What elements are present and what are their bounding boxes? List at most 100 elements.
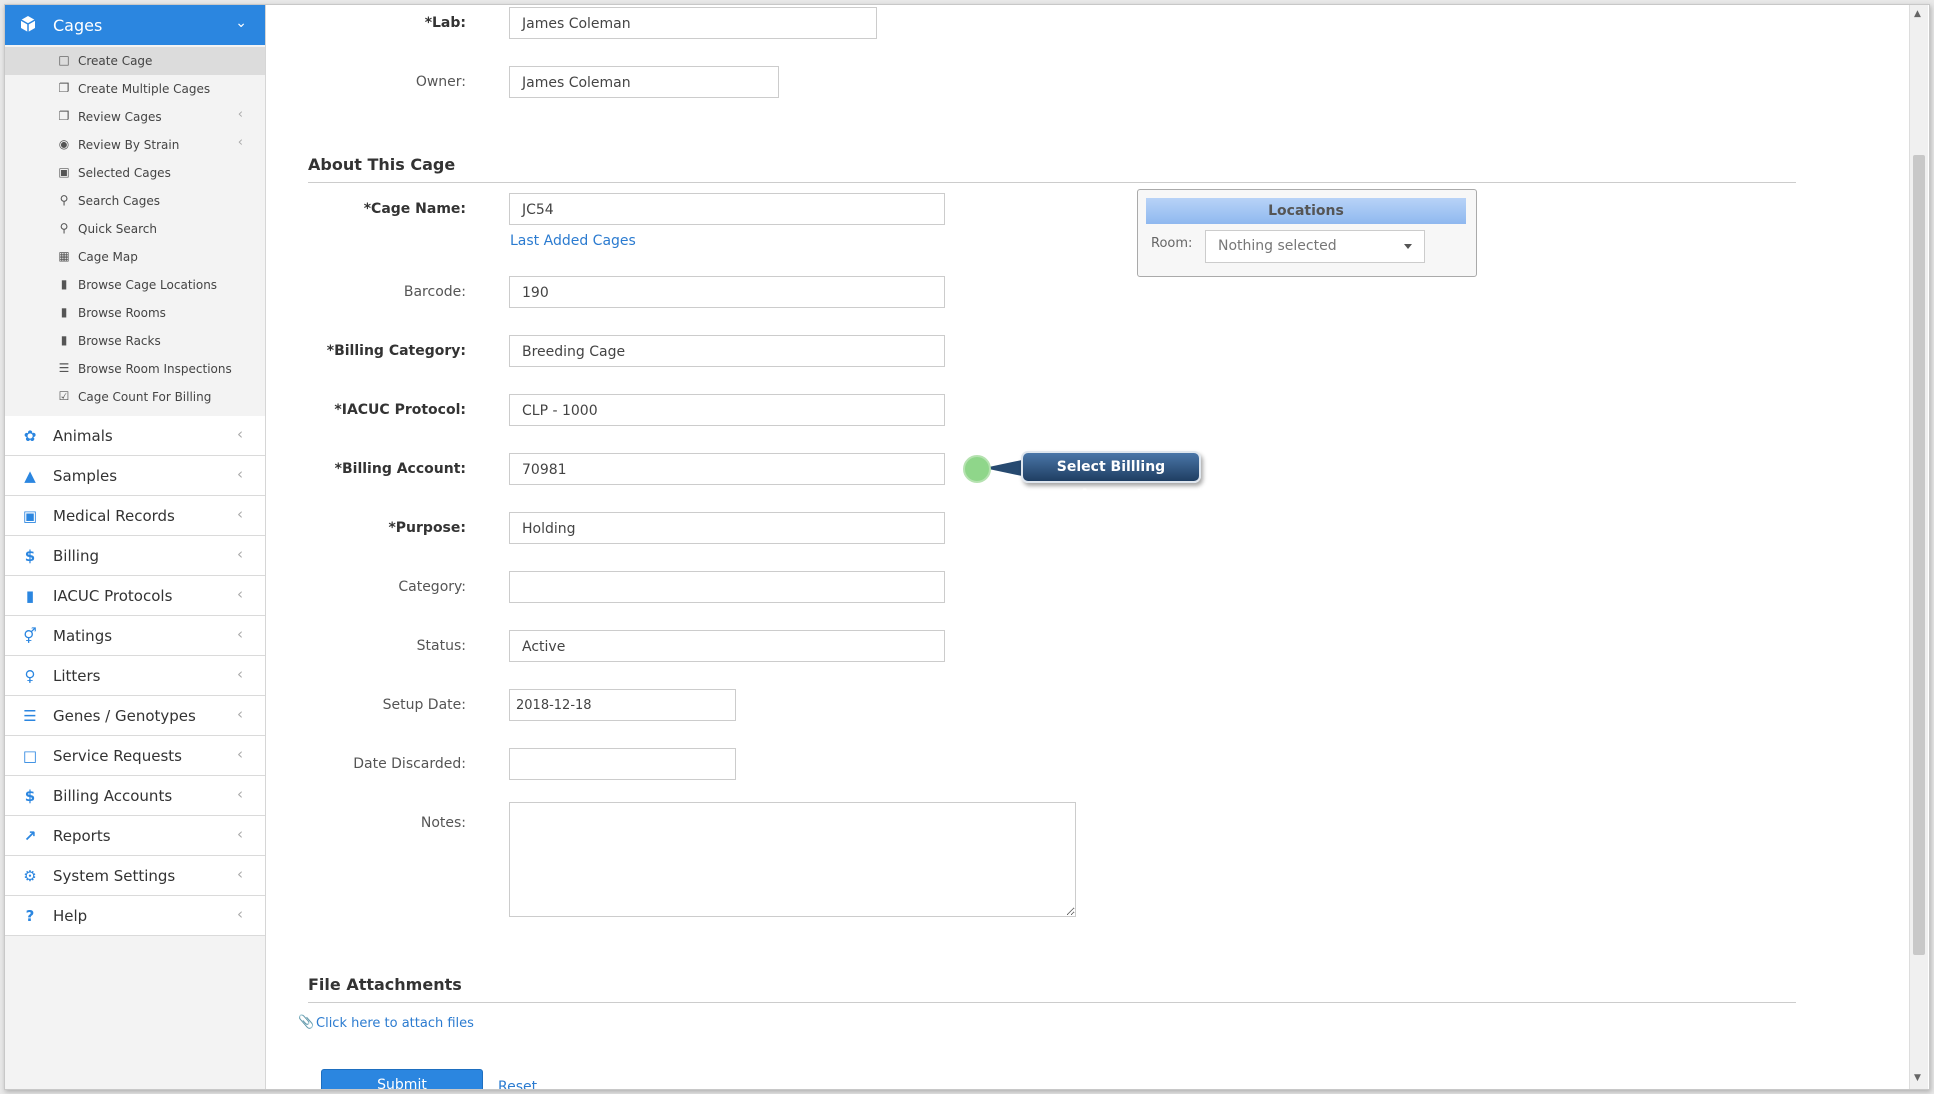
sidebar-item-samples[interactable]: ▲ Samples ‹	[5, 456, 265, 496]
lab-field[interactable]: James Coleman	[509, 7, 877, 39]
about-section-title: About This Cage	[308, 155, 456, 174]
building-icon: ▮	[60, 277, 68, 291]
cage-name-label: *Cage Name:	[363, 201, 466, 217]
submenu-item-label: Create Cage	[78, 54, 153, 68]
submenu-item-label: Browse Rooms	[78, 306, 166, 320]
submenu-item[interactable]: ⚲ Search Cages	[5, 187, 265, 215]
sidebar-item-medical-records[interactable]: ▣ Medical Records ‹	[5, 496, 265, 536]
chevron-left-icon: ‹	[237, 585, 243, 603]
category-field[interactable]	[509, 571, 945, 603]
cart-icon: ▣	[58, 165, 70, 179]
scroll-thumb[interactable]	[1913, 155, 1925, 955]
copy-icon: ❐	[58, 109, 70, 123]
cages-submenu: □ Create Cage ❐ Create Multiple Cages ❐ Revie…	[5, 47, 265, 415]
copy-icon: ❐	[58, 81, 70, 95]
caret-down-icon	[1404, 244, 1412, 249]
submenu-item[interactable]: ▮ Browse Cage Locations	[5, 271, 265, 299]
billing-account-field[interactable]: 70981	[509, 453, 945, 485]
dollar-icon: $	[24, 547, 36, 565]
chevron-left-icon: ‹	[237, 425, 243, 443]
sidebar-item-system-settings[interactable]: ⚙ System Settings ‹	[5, 856, 265, 896]
sidebar-item-label: Help	[53, 907, 88, 925]
scrollbar[interactable]: ▲ ▼	[1909, 5, 1928, 1089]
billing-category-field[interactable]: Breeding Cage	[509, 335, 945, 367]
file-attachments-title: File Attachments	[308, 975, 462, 994]
sidebar-item-billing-accounts[interactable]: $ Billing Accounts ‹	[5, 776, 265, 816]
book-icon: ▮	[25, 587, 35, 605]
purpose-label: *Purpose:	[388, 520, 466, 536]
setup-date-field[interactable]: 2018-12-18	[509, 689, 736, 721]
sidebar-item-label: Medical Records	[53, 507, 175, 525]
chevron-left-icon: ‹	[237, 905, 243, 923]
submit-button[interactable]: Submit	[321, 1069, 483, 1089]
sidebar-item-litters[interactable]: ♀ Litters ‹	[5, 656, 265, 696]
scroll-up-icon[interactable]: ▲	[1914, 9, 1921, 19]
note-icon: □	[22, 747, 38, 765]
notes-label: Notes:	[420, 815, 466, 831]
chevron-left-icon: ‹	[237, 107, 243, 122]
chevron-left-icon: ‹	[237, 505, 243, 523]
sidebar-item-label: Samples	[53, 467, 118, 485]
last-added-cages-link[interactable]: Last Added Cages	[510, 233, 636, 249]
submenu-item[interactable]: ▮ Browse Racks	[5, 327, 265, 355]
sidebar-item-matings[interactable]: ⚥ Matings ‹	[5, 616, 265, 656]
submenu-item[interactable]: ☰ Browse Room Inspections	[5, 355, 265, 383]
chevron-left-icon: ‹	[237, 825, 243, 843]
paperclip-icon: 📎	[298, 1015, 315, 1030]
sidebar-item-animals[interactable]: ✿ Animals ‹	[5, 416, 265, 456]
medkit-icon: ▣	[22, 507, 38, 525]
date-discarded-field[interactable]	[509, 748, 736, 780]
submenu-item[interactable]: ☑ Cage Count For Billing	[5, 383, 265, 411]
submenu-item[interactable]: ❐ Create Multiple Cages	[5, 75, 265, 103]
submenu-item-label: Create Multiple Cages	[78, 82, 211, 96]
submenu-item[interactable]: ◉ Review By Strain ‹	[5, 131, 265, 159]
divider	[308, 182, 1796, 183]
sidebar-item-help[interactable]: ? Help ‹	[5, 896, 265, 936]
submenu-item[interactable]: □ Create Cage	[5, 47, 265, 75]
chart-icon: ↗	[23, 827, 37, 845]
submenu-item[interactable]: ⚲ Quick Search	[5, 215, 265, 243]
chevron-left-icon: ‹	[237, 785, 243, 803]
target-icon: ◉	[58, 137, 70, 151]
iacuc-protocol-field[interactable]: CLP - 1000	[509, 394, 945, 426]
reset-link[interactable]: Reset	[498, 1079, 537, 1089]
cage-name-field[interactable]: JC54	[509, 193, 945, 225]
zoom-icon: ⚲	[59, 221, 69, 235]
venus-icon: ♀	[24, 667, 36, 685]
setup-date-label: Setup Date:	[382, 697, 466, 713]
locations-header: Locations	[1146, 198, 1466, 224]
submenu-item[interactable]: ▮ Browse Rooms	[5, 299, 265, 327]
gear-icon: ⚙	[23, 867, 37, 885]
sidebar-item-service-requests[interactable]: □ Service Requests ‹	[5, 736, 265, 776]
submenu-item[interactable]: ▣ Selected Cages	[5, 159, 265, 187]
chevron-left-icon: ‹	[237, 745, 243, 763]
submenu-item[interactable]: ▦ Cage Map	[5, 243, 265, 271]
barcode-field[interactable]: 190	[509, 276, 945, 308]
iacuc-protocol-label: *IACUC Protocol:	[334, 402, 466, 418]
checkbox-icon: ☑	[58, 389, 70, 403]
chevron-left-icon: ‹	[237, 665, 243, 683]
callout-tooltip: Select Billling Account	[1021, 451, 1201, 503]
date-discarded-label: Date Discarded:	[353, 756, 466, 772]
paw-icon: ✿	[23, 427, 37, 445]
sidebar-item-iacuc-protocols[interactable]: ▮ IACUC Protocols ‹	[5, 576, 265, 616]
room-select[interactable]: Nothing selected	[1205, 230, 1425, 263]
chevron-left-icon: ‹	[237, 865, 243, 883]
sidebar-item-billing[interactable]: $ Billing ‹	[5, 536, 265, 576]
sidebar-item-reports[interactable]: ↗ Reports ‹	[5, 816, 265, 856]
notes-textarea[interactable]	[509, 802, 1076, 917]
sidebar-item-label: IACUC Protocols	[53, 587, 173, 605]
callout-marker	[963, 455, 991, 483]
sidebar-item-label: Matings	[53, 627, 113, 645]
sidebar-item-genes-genotypes[interactable]: ☰ Genes / Genotypes ‹	[5, 696, 265, 736]
scroll-down-icon[interactable]: ▼	[1914, 1073, 1921, 1083]
billing-category-label: *Billing Category:	[326, 343, 466, 359]
submenu-item[interactable]: ❐ Review Cages ‹	[5, 103, 265, 131]
owner-field[interactable]: James Coleman	[509, 66, 779, 98]
purpose-field[interactable]: Holding	[509, 512, 945, 544]
submenu-item-label: Browse Racks	[78, 334, 161, 348]
sidebar-item-cages[interactable]: Cages ⌄	[5, 5, 265, 45]
status-field[interactable]: Active	[509, 630, 945, 662]
barcode-label: Barcode:	[403, 284, 466, 300]
attach-files-link[interactable]: Click here to attach files	[316, 1016, 474, 1031]
